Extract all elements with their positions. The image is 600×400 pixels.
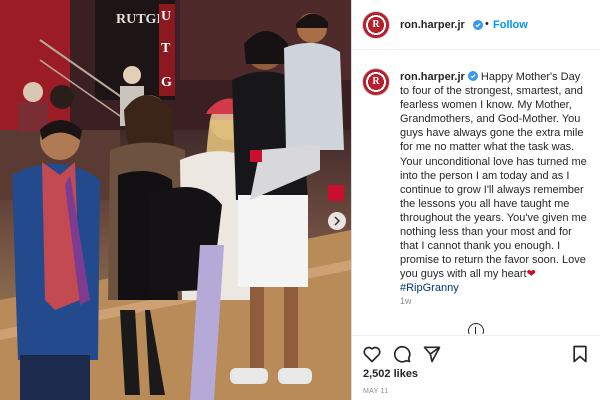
post-header: R ron.harper.jr • Follow xyxy=(352,0,600,50)
caption-username[interactable]: ron.harper.jr xyxy=(400,71,465,83)
header-username[interactable]: ron.harper.jr xyxy=(400,19,465,31)
caption-area: R ron.harper.jr Happy Mother's Day to fo… xyxy=(352,51,600,334)
post-photo[interactable]: RUTGE U T G xyxy=(0,0,351,400)
banner-text: RUTGE xyxy=(116,12,166,27)
verified-badge-icon xyxy=(473,20,483,30)
comment-icon[interactable] xyxy=(392,344,412,364)
vertical-letter-1: U xyxy=(161,9,171,24)
avatar[interactable]: R xyxy=(362,11,390,39)
caption-text: ron.harper.jr Happy Mother's Day to four… xyxy=(400,70,592,296)
caption-body: Happy Mother's Day to four of the strong… xyxy=(400,71,587,281)
time-ago[interactable]: 1w xyxy=(400,296,412,306)
share-icon[interactable] xyxy=(422,344,442,364)
hashtag-link[interactable]: #RipGranny xyxy=(400,282,459,294)
heart-icon[interactable] xyxy=(362,344,382,364)
more-icon[interactable] xyxy=(468,323,484,334)
follow-button[interactable]: Follow xyxy=(493,19,528,31)
verified-badge-icon xyxy=(467,71,478,81)
photo-illustration: RUTGE U T G xyxy=(0,0,351,400)
caption-avatar[interactable]: R xyxy=(362,68,390,96)
vertical-letter-2: T xyxy=(161,41,171,56)
separator-dot: • xyxy=(485,18,489,30)
post-date[interactable]: MAY 11 xyxy=(363,388,389,395)
bookmark-icon[interactable] xyxy=(570,344,590,364)
action-bar: 2,502 likes MAY 11 xyxy=(352,335,600,400)
carousel-next-icon[interactable] xyxy=(328,212,346,230)
heart-emoji: ❤ xyxy=(526,268,536,281)
likes-count[interactable]: 2,502 likes xyxy=(363,368,418,380)
vertical-letter-3: G xyxy=(161,75,172,90)
post-side-pane: R ron.harper.jr • Follow R ron.harper.jr… xyxy=(352,0,600,400)
